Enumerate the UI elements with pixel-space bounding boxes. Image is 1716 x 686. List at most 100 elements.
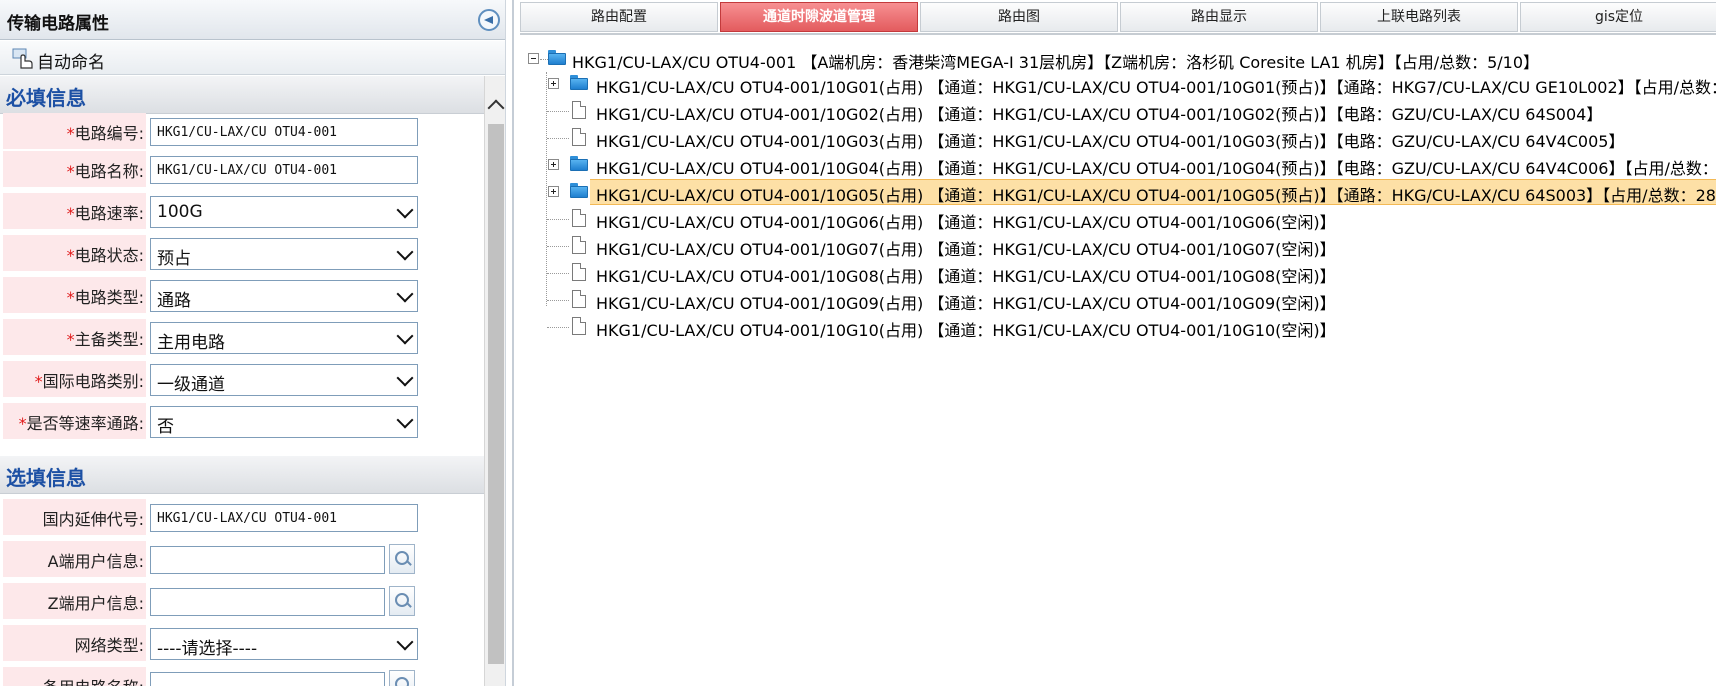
chevron-down-icon bbox=[396, 633, 414, 651]
circuit-name-input[interactable]: HKG1/CU-LAX/CU OTU4-001 bbox=[150, 156, 418, 184]
circuit-no-input[interactable]: HKG1/CU-LAX/CU OTU4-001 bbox=[150, 118, 418, 146]
field-equal-rate: *是否等速率通路: 否 bbox=[0, 400, 484, 442]
field-label: *主备类型: bbox=[67, 326, 144, 350]
field-primary-backup-type: *主备类型: 主用电路 bbox=[0, 316, 484, 358]
expand-icon[interactable] bbox=[548, 159, 559, 170]
folder-icon bbox=[570, 75, 588, 90]
a-user-info-input[interactable] bbox=[150, 546, 385, 574]
search-icon[interactable] bbox=[389, 544, 415, 574]
tree-node[interactable]: HKG1/CU-LAX/CU OTU4-001/10G07(占用) 【通道：HK… bbox=[514, 233, 1716, 259]
label-text: 电路编号: bbox=[74, 124, 144, 143]
label-text: 电路名称: bbox=[74, 162, 144, 181]
tree-line bbox=[547, 300, 569, 301]
tab-route-config[interactable]: 路由配置 bbox=[520, 2, 718, 32]
scroll-up-icon[interactable] bbox=[487, 96, 505, 114]
field-label: *电路类型: bbox=[67, 284, 144, 308]
label-text: 是否等速率通路: bbox=[26, 414, 144, 433]
backup-circuit-name-input[interactable] bbox=[150, 672, 385, 686]
field-circuit-status: *电路状态: 预占 bbox=[0, 232, 484, 274]
collapse-icon[interactable] bbox=[528, 53, 539, 64]
document-icon bbox=[572, 209, 586, 227]
field-intl-category: *国际电路类别: 一级通道 bbox=[0, 358, 484, 400]
channel-tree: HKG1/CU-LAX/CU OTU4-001 【A端机房：香港柴湾MEGA-I… bbox=[514, 44, 1716, 344]
search-icon[interactable] bbox=[389, 586, 415, 616]
circuit-rate-select[interactable]: 100G bbox=[150, 196, 418, 228]
document-icon bbox=[572, 263, 586, 281]
tree-node[interactable]: HKG1/CU-LAX/CU OTU4-001/10G10(占用) 【通道：HK… bbox=[514, 314, 1716, 340]
tree-line bbox=[547, 219, 569, 220]
tree-node-label: HKG1/CU-LAX/CU OTU4-001/10G04(占用) 【通道：HK… bbox=[596, 159, 1716, 178]
field-label: *是否等速率通路: bbox=[19, 410, 144, 434]
tree-node-label: HKG1/CU-LAX/CU OTU4-001/10G10(占用) 【通道：HK… bbox=[596, 321, 1336, 340]
tab-upstream-circuits[interactable]: 上联电路列表 bbox=[1320, 2, 1518, 32]
field-network-type: 网络类型: ----请选择---- bbox=[0, 622, 484, 664]
required-marker: * bbox=[66, 330, 75, 349]
tree-node[interactable]: HKG1/CU-LAX/CU OTU4-001/10G03(占用) 【通道：HK… bbox=[514, 125, 1716, 151]
intl-category-select[interactable]: 一级通道 bbox=[150, 364, 418, 396]
circuit-type-select[interactable]: 通路 bbox=[150, 280, 418, 312]
field-circuit-rate: *电路速率: 100G bbox=[0, 190, 484, 232]
document-icon bbox=[572, 128, 586, 146]
tree-node[interactable]: HKG1/CU-LAX/CU OTU4-001/10G01(占用) 【通道：HK… bbox=[514, 71, 1716, 97]
tree-line bbox=[547, 327, 569, 328]
scrollbar-thumb[interactable] bbox=[488, 124, 504, 664]
field-label: *电路名称: bbox=[67, 158, 144, 182]
field-label: 国内延伸代号: bbox=[42, 510, 144, 529]
select-value: 预占 bbox=[157, 249, 191, 269]
form-scrollbar[interactable] bbox=[484, 76, 505, 686]
equal-rate-select[interactable]: 否 bbox=[150, 406, 418, 438]
chevron-down-icon bbox=[396, 411, 414, 429]
hand-pointer-icon bbox=[12, 48, 33, 69]
channel-panel: 路由配置 通道时隙波道管理 路由图 路由显示 上联电路列表 gis定位 HKG1… bbox=[512, 0, 1716, 686]
tree-node-label: HKG1/CU-LAX/CU OTU4-001/10G02(占用) 【通道：HK… bbox=[596, 105, 1603, 124]
tree-node-selected[interactable]: HKG1/CU-LAX/CU OTU4-001/10G05(占用) 【通道：HK… bbox=[514, 179, 1716, 205]
properties-panel: 传输电路属性 自动命名 必填信息 *电路编号: HKG1/CU-LAX/CU O… bbox=[0, 0, 506, 686]
document-icon bbox=[572, 317, 586, 335]
tab-route-diagram[interactable]: 路由图 bbox=[920, 2, 1118, 32]
field-label: *电路状态: bbox=[67, 242, 144, 266]
expand-icon[interactable] bbox=[548, 186, 559, 197]
tree-node-label: HKG1/CU-LAX/CU OTU4-001/10G01(占用) 【通道：HK… bbox=[596, 78, 1716, 97]
field-z-user-info: Z端用户信息: bbox=[0, 580, 484, 622]
document-icon bbox=[572, 236, 586, 254]
tree-node-label: HKG1/CU-LAX/CU OTU4-001/10G03(占用) 【通道：HK… bbox=[596, 132, 1625, 151]
tree-node[interactable]: HKG1/CU-LAX/CU OTU4-001/10G09(占用) 【通道：HK… bbox=[514, 287, 1716, 313]
tree-root-node[interactable]: HKG1/CU-LAX/CU OTU4-001 【A端机房：香港柴湾MEGA-I… bbox=[514, 46, 1716, 72]
label-text: 电路类型: bbox=[74, 288, 144, 307]
required-marker: * bbox=[66, 246, 75, 265]
expand-icon[interactable] bbox=[548, 78, 559, 89]
field-label: 网络类型: bbox=[74, 636, 144, 655]
tab-channel-slot-management[interactable]: 通道时隙波道管理 bbox=[720, 2, 918, 32]
collapse-panel-icon[interactable] bbox=[478, 9, 500, 31]
required-marker: * bbox=[18, 414, 27, 433]
tree-node[interactable]: HKG1/CU-LAX/CU OTU4-001/10G04(占用) 【通道：HK… bbox=[514, 152, 1716, 178]
search-icon[interactable] bbox=[389, 670, 415, 686]
network-type-select[interactable]: ----请选择---- bbox=[150, 628, 418, 660]
tree-node[interactable]: HKG1/CU-LAX/CU OTU4-001/10G06(占用) 【通道：HK… bbox=[514, 206, 1716, 232]
domestic-ext-code-input[interactable]: HKG1/CU-LAX/CU OTU4-001 bbox=[150, 504, 418, 532]
required-section-title: 必填信息 bbox=[6, 86, 86, 110]
document-icon bbox=[572, 290, 586, 308]
field-circuit-no: *电路编号: HKG1/CU-LAX/CU OTU4-001 bbox=[0, 110, 484, 152]
label-text: 主备类型: bbox=[74, 330, 144, 349]
tree-line bbox=[547, 111, 569, 112]
primary-backup-type-select[interactable]: 主用电路 bbox=[150, 322, 418, 354]
chevron-down-icon bbox=[396, 201, 414, 219]
select-value: 通路 bbox=[157, 291, 191, 311]
tab-route-display[interactable]: 路由显示 bbox=[1120, 2, 1318, 32]
document-icon bbox=[572, 101, 586, 119]
tab-gis-location[interactable]: gis定位 bbox=[1520, 2, 1716, 32]
panel-header: 传输电路属性 bbox=[0, 0, 505, 40]
tree-node-label: HKG1/CU-LAX/CU OTU4-001/10G08(占用) 【通道：HK… bbox=[596, 267, 1336, 286]
tree-node[interactable]: HKG1/CU-LAX/CU OTU4-001/10G02(占用) 【通道：HK… bbox=[514, 98, 1716, 124]
field-label: Z端用户信息: bbox=[47, 594, 144, 613]
select-value: 一级通道 bbox=[157, 375, 225, 395]
folder-icon bbox=[570, 156, 588, 171]
select-value: 主用电路 bbox=[157, 333, 225, 353]
z-user-info-input[interactable] bbox=[150, 588, 385, 616]
tree-node[interactable]: HKG1/CU-LAX/CU OTU4-001/10G08(占用) 【通道：HK… bbox=[514, 260, 1716, 286]
folder-icon bbox=[570, 183, 588, 198]
circuit-status-select[interactable]: 预占 bbox=[150, 238, 418, 270]
tab-divider bbox=[520, 33, 1716, 35]
tree-line bbox=[547, 273, 569, 274]
